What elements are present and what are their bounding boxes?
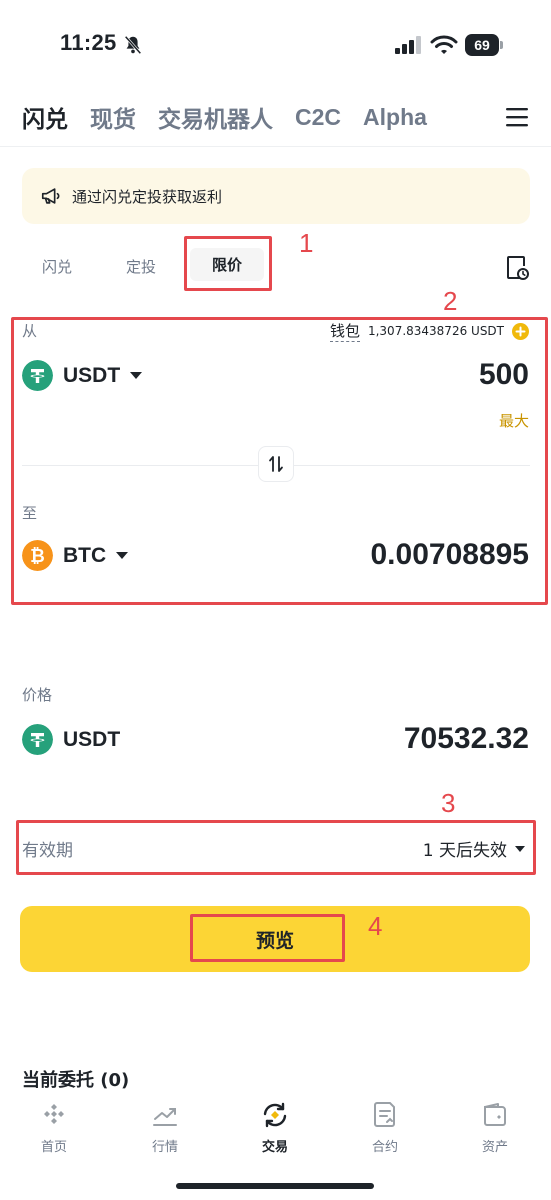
wifi-icon <box>430 35 458 54</box>
menu-icon[interactable] <box>505 106 529 128</box>
status-time: 11:25 <box>60 30 117 55</box>
annotation-box-2 <box>11 317 548 605</box>
limit-price-input[interactable]: 70532.32 <box>404 722 529 756</box>
home-indicator <box>176 1183 374 1189</box>
usdt-icon <box>22 724 53 755</box>
trade-icon <box>263 1102 287 1128</box>
nav-label: 资产 <box>481 1140 508 1155</box>
subtab-convert[interactable]: 闪兑 <box>42 256 72 282</box>
wallet-icon <box>484 1103 506 1126</box>
annotation-box-3 <box>16 820 536 875</box>
annotation-number-3: 3 <box>441 788 456 818</box>
home-icon <box>44 1104 64 1124</box>
promo-banner[interactable]: 通过闪兑定投获取返利 <box>22 168 530 224</box>
order-history-icon[interactable] <box>504 255 530 281</box>
open-orders-title: 当前委托 (0) <box>22 1070 130 1091</box>
nav-label: 行情 <box>151 1140 178 1155</box>
nav-label: 合约 <box>371 1140 398 1155</box>
nav-label: 首页 <box>40 1140 67 1155</box>
price-coin-name: USDT <box>63 727 121 751</box>
annotation-number-2: 2 <box>443 286 458 316</box>
price-coin: USDT <box>22 724 120 755</box>
bell-off-icon <box>124 35 142 55</box>
tab-convert[interactable]: 闪兑 <box>22 100 68 134</box>
signal-icon <box>395 36 421 54</box>
banner-text: 通过闪兑定投获取返利 <box>72 187 223 206</box>
tab-spot[interactable]: 现货 <box>90 100 136 134</box>
nav-home[interactable]: 首页 <box>14 1100 94 1155</box>
annotation-number-1: 1 <box>299 228 314 258</box>
annotation-box-4 <box>190 914 345 962</box>
annotation-box-1 <box>184 236 272 291</box>
battery-level: 69 <box>465 34 499 56</box>
battery-icon: 69 <box>465 34 505 56</box>
nav-label: 交易 <box>261 1140 288 1155</box>
markets-icon <box>153 1108 177 1126</box>
tab-c2c[interactable]: C2C <box>295 104 341 131</box>
tab-alpha[interactable]: Alpha <box>363 104 427 131</box>
status-bar: 11:25 69 <box>0 0 551 90</box>
futures-icon <box>374 1102 395 1127</box>
nav-futures[interactable]: 合约 <box>345 1100 425 1155</box>
annotation-number-4: 4 <box>368 911 383 941</box>
nav-markets[interactable]: 行情 <box>125 1100 205 1155</box>
subtab-recurring[interactable]: 定投 <box>126 256 156 282</box>
price-label: 价格 <box>22 686 53 704</box>
megaphone-icon <box>41 188 60 204</box>
top-tab-bar: 闪兑 现货 交易机器人 C2C Alpha <box>22 100 449 134</box>
divider <box>0 146 551 147</box>
nav-trade[interactable]: 交易 <box>235 1100 315 1155</box>
tab-trading-bots[interactable]: 交易机器人 <box>158 100 273 134</box>
nav-assets[interactable]: 资产 <box>455 1100 535 1155</box>
